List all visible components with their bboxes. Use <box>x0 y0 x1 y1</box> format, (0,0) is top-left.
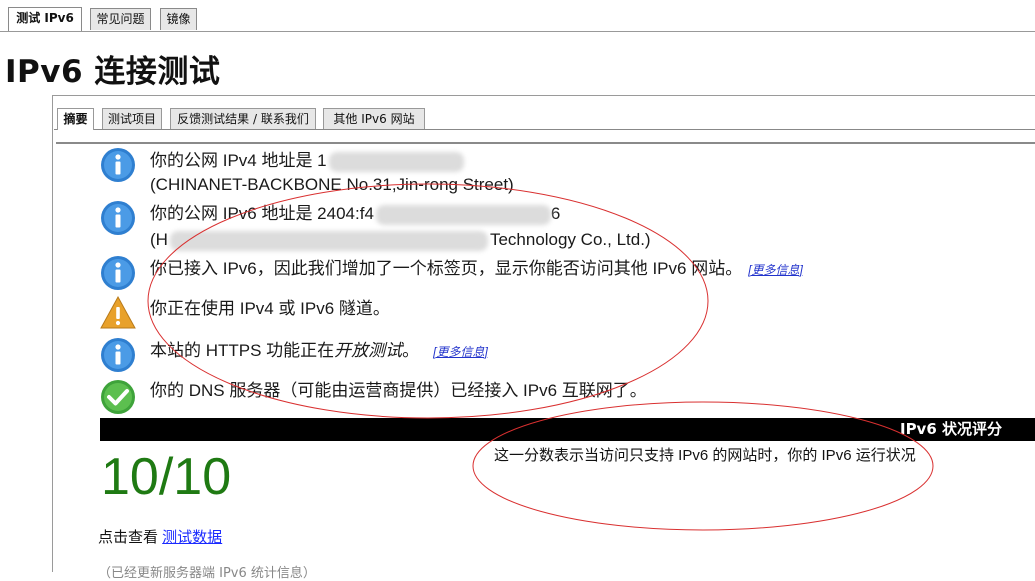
result-text: 本站的 HTTPS 功能正在开放测试。 [更多信息] <box>150 341 488 360</box>
tab-summary[interactable]: 摘要 <box>57 108 94 130</box>
result-text: 你的 DNS 服务器（可能由运营商提供）已经接入 IPv6 互联网了。 <box>150 381 647 400</box>
ipv4-address-text: 你的公网 IPv4 地址是 1 <box>150 147 464 174</box>
check-icon <box>101 380 135 414</box>
tab-feedback[interactable]: 反馈测试结果 / 联系我们 <box>170 108 316 129</box>
ipv4-isp-text: (CHINANET-BACKBONE No.31,Jin-rong Street… <box>150 175 514 194</box>
score-header-bar: IPv6 状况评分 <box>100 418 1035 441</box>
ipv6-address-text: 你的公网 IPv6 地址是 2404:f4 6 <box>150 204 561 225</box>
divider <box>56 142 1035 144</box>
redacted-ip <box>375 204 551 225</box>
tab-mirrors[interactable]: 镜像 <box>160 8 197 30</box>
test-data-link[interactable]: 测试数据 <box>162 529 222 546</box>
test-data-line: 点击查看 测试数据 <box>98 529 223 546</box>
score-header-label: IPv6 状况评分 <box>899 420 1002 438</box>
score-description: 这一分数表示当访问只支持 IPv6 的网站时，你的 IPv6 运行状况 <box>494 447 916 464</box>
top-tab-bar <box>0 0 1035 32</box>
score-value: 10/10 <box>101 448 232 506</box>
ipv6-isp-text: (H Technology Co., Ltd.) <box>150 230 651 251</box>
page-title: IPv6 连接测试 <box>5 54 221 90</box>
tab-test-ipv6[interactable]: 测试 IPv6 <box>8 7 82 31</box>
tab-other-ipv6-sites[interactable]: 其他 IPv6 网站 <box>323 108 425 129</box>
redacted-isp <box>169 230 488 251</box>
redacted-ip <box>328 151 464 172</box>
tab-test-items[interactable]: 测试项目 <box>102 108 162 129</box>
footer-note: （已经更新服务器端 IPv6 统计信息） <box>98 566 316 581</box>
more-info-link[interactable]: [更多信息] <box>748 263 803 277</box>
info-icon <box>101 338 135 372</box>
info-icon <box>101 256 135 290</box>
warning-icon <box>100 295 136 329</box>
tab-faq[interactable]: 常见问题 <box>90 8 151 30</box>
info-icon <box>101 201 135 235</box>
result-text: 你正在使用 IPv4 或 IPv6 隧道。 <box>150 299 390 318</box>
info-icon <box>101 148 135 182</box>
result-text: 你已接入 IPv6，因此我们增加了一个标签页，显示你能否访问其他 IPv6 网站… <box>150 259 803 278</box>
more-info-link[interactable]: [更多信息] <box>433 345 488 359</box>
